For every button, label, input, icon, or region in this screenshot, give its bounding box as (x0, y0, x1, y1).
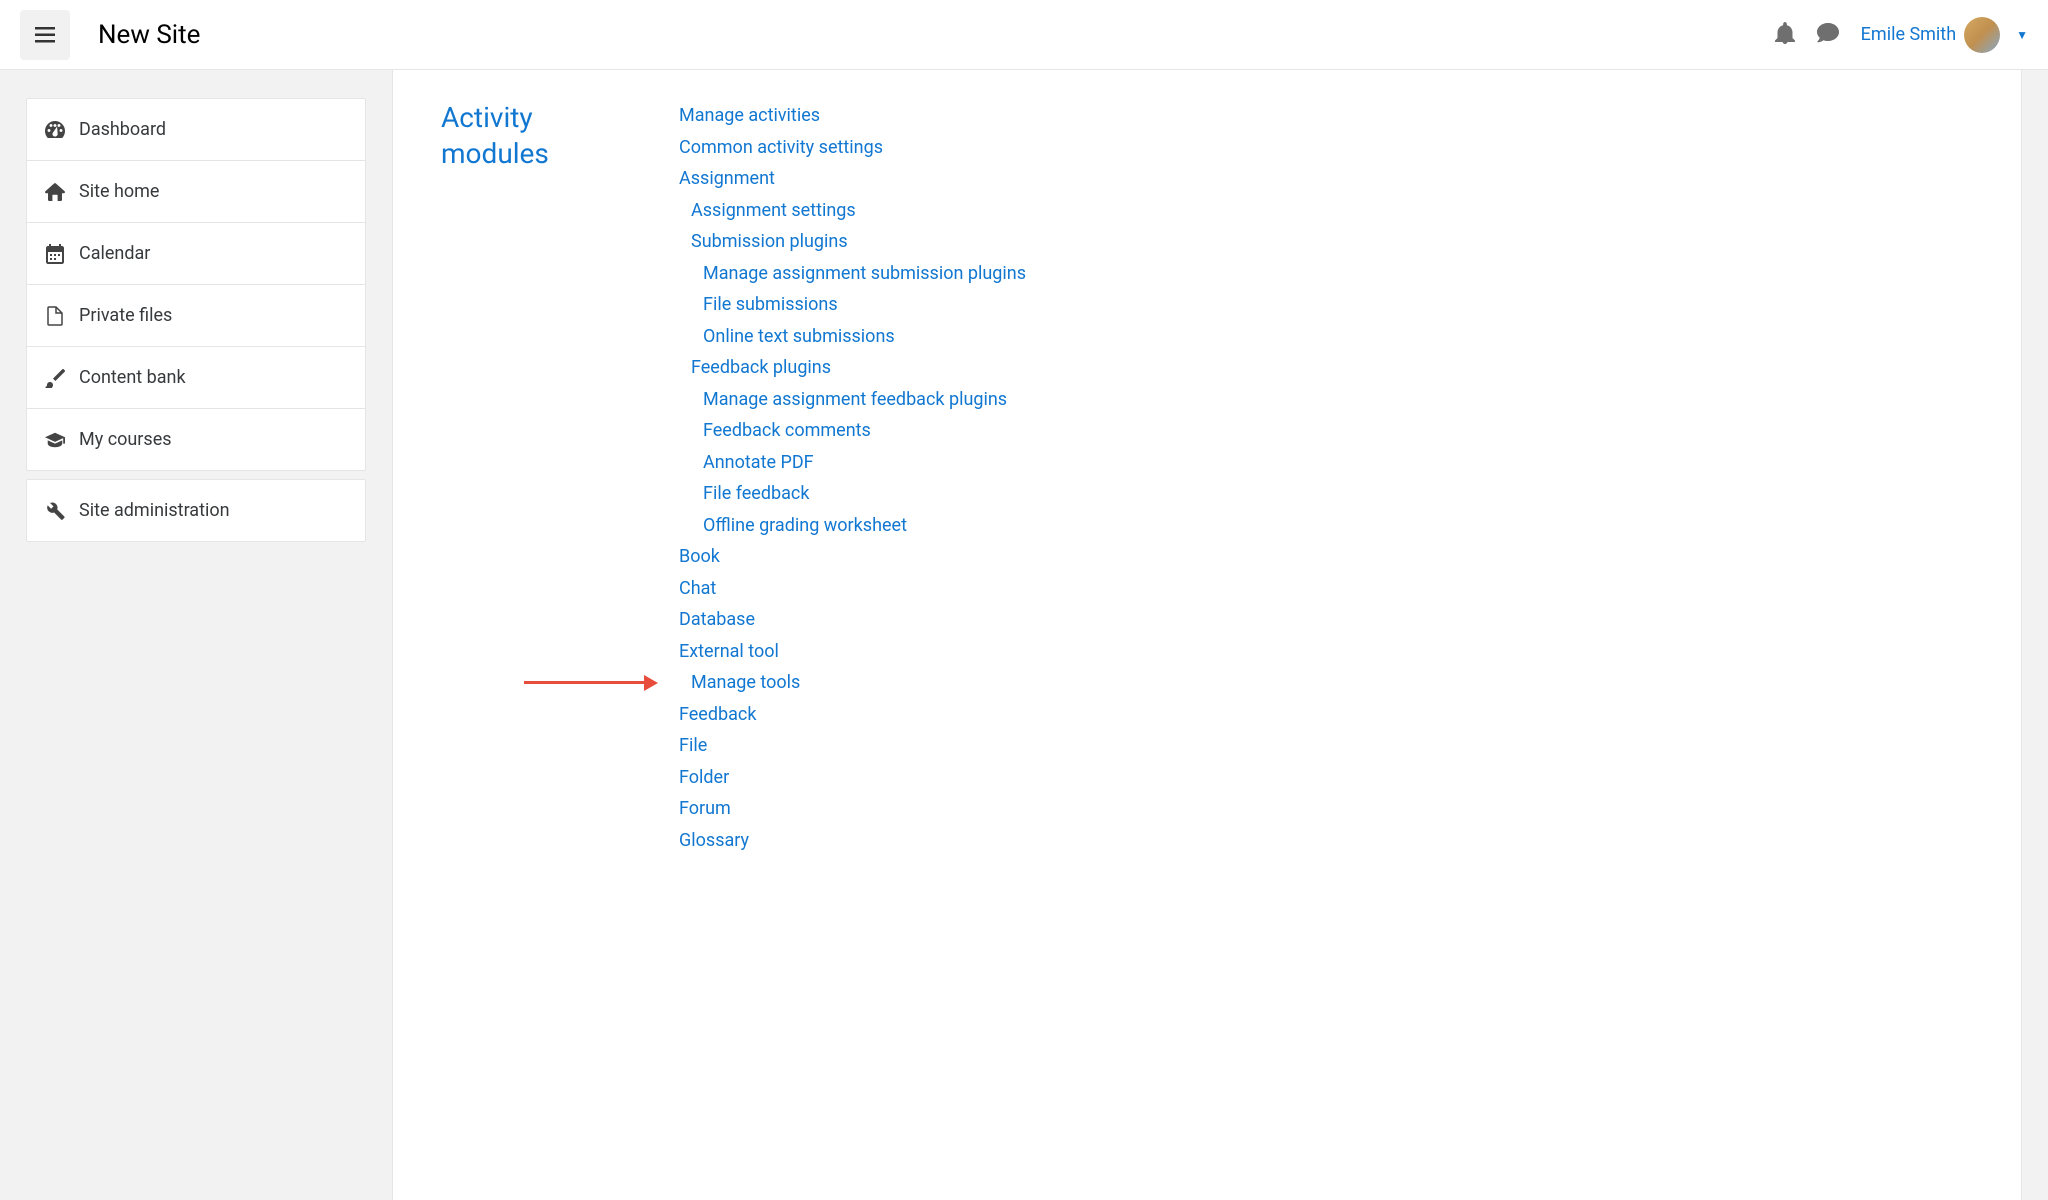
link-assignment-settings[interactable]: Assignment settings (691, 200, 856, 221)
notifications-button[interactable] (1775, 22, 1795, 48)
nav-block-admin: Site administration (26, 479, 366, 542)
link-tree: Manage activities Common activity settin… (679, 100, 1973, 856)
hamburger-button[interactable] (20, 10, 70, 60)
bell-icon (1775, 22, 1795, 44)
link-glossary[interactable]: Glossary (679, 830, 749, 851)
wrench-icon (45, 501, 65, 521)
avatar (1964, 17, 2000, 53)
link-annotate-pdf[interactable]: Annotate PDF (703, 452, 814, 473)
link-manage-feedback-plugins[interactable]: Manage assignment feedback plugins (703, 389, 1007, 410)
link-common-activity-settings[interactable]: Common activity settings (679, 137, 883, 158)
sidebar-item-private-files[interactable]: Private files (27, 285, 365, 347)
site-name-link[interactable]: New Site (98, 20, 200, 50)
chevron-down-icon: ▼ (2016, 28, 2028, 42)
link-feedback-comments[interactable]: Feedback comments (703, 420, 871, 441)
link-folder[interactable]: Folder (679, 767, 729, 788)
sidebar-item-label: Content bank (79, 367, 186, 388)
link-book[interactable]: Book (679, 546, 720, 567)
arrow-line (524, 681, 644, 684)
link-feedback-plugins[interactable]: Feedback plugins (691, 357, 831, 378)
hamburger-icon (35, 27, 55, 43)
link-submission-plugins[interactable]: Submission plugins (691, 231, 848, 252)
sidebar-item-label: Calendar (79, 243, 150, 264)
link-manage-tools[interactable]: Manage tools (691, 672, 800, 693)
link-file[interactable]: File (679, 735, 707, 756)
link-chat[interactable]: Chat (679, 578, 716, 599)
home-icon (45, 183, 65, 201)
header-left: New Site (20, 10, 200, 60)
link-assignment[interactable]: Assignment (679, 168, 775, 189)
dashboard-icon (45, 121, 65, 139)
arrow-head-icon (644, 675, 658, 691)
sidebar-item-dashboard[interactable]: Dashboard (27, 99, 365, 161)
layout: Dashboard Site home Calendar Private fil… (0, 70, 2048, 1200)
chat-icon (1817, 23, 1839, 43)
arrow-annotation (524, 675, 658, 691)
link-file-submissions[interactable]: File submissions (703, 294, 838, 315)
activity-modules-section: Activity modules Manage activities Commo… (441, 100, 1973, 856)
sidebar-item-label: Site administration (79, 500, 230, 521)
sidebar-item-label: Private files (79, 305, 172, 326)
link-feedback[interactable]: Feedback (679, 704, 756, 725)
sidebar: Dashboard Site home Calendar Private fil… (0, 70, 392, 1200)
header-right: Emile Smith ▼ (1775, 17, 2028, 53)
nav-block-main: Dashboard Site home Calendar Private fil… (26, 98, 366, 471)
calendar-icon (45, 244, 65, 264)
user-name: Emile Smith (1861, 24, 1956, 45)
sidebar-item-label: Site home (79, 181, 159, 202)
link-file-feedback[interactable]: File feedback (703, 483, 809, 504)
sidebar-item-label: Dashboard (79, 119, 166, 140)
section-title: Activity modules (441, 100, 619, 856)
link-forum[interactable]: Forum (679, 798, 731, 819)
sidebar-item-my-courses[interactable]: My courses (27, 409, 365, 470)
header: New Site Emile Smith ▼ (0, 0, 2048, 70)
user-menu[interactable]: Emile Smith ▼ (1861, 17, 2028, 53)
link-external-tool[interactable]: External tool (679, 641, 779, 662)
link-manage-submission-plugins[interactable]: Manage assignment submission plugins (703, 263, 1026, 284)
link-database[interactable]: Database (679, 609, 755, 630)
sidebar-item-content-bank[interactable]: Content bank (27, 347, 365, 409)
link-offline-grading-worksheet[interactable]: Offline grading worksheet (703, 515, 907, 536)
sidebar-item-site-administration[interactable]: Site administration (27, 480, 365, 541)
sidebar-item-calendar[interactable]: Calendar (27, 223, 365, 285)
messages-button[interactable] (1817, 23, 1839, 47)
brush-icon (45, 368, 65, 388)
link-online-text-submissions[interactable]: Online text submissions (703, 326, 895, 347)
graduation-icon (45, 432, 65, 448)
content-area: Activity modules Manage activities Commo… (392, 70, 2022, 1200)
sidebar-item-label: My courses (79, 429, 172, 450)
link-manage-activities[interactable]: Manage activities (679, 105, 820, 126)
file-icon (45, 306, 65, 326)
sidebar-item-site-home[interactable]: Site home (27, 161, 365, 223)
